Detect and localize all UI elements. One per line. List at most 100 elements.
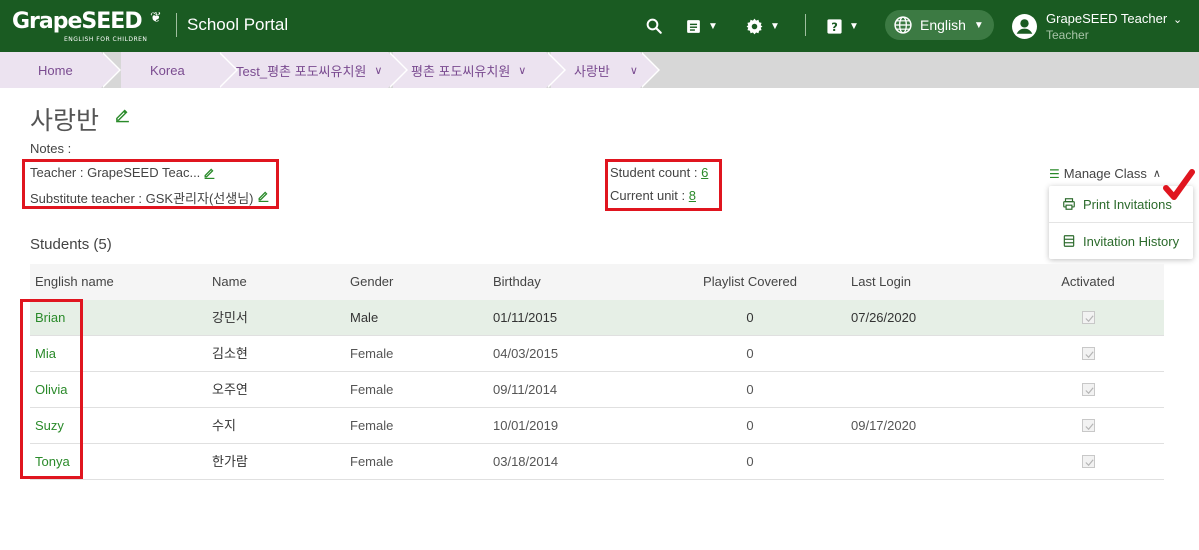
student-name: 수지 [212,418,236,433]
page-title: 사랑반 [30,107,100,135]
search-icon [646,18,662,34]
table-row[interactable]: Brian 강민서 Male 01/11/2015 0 07/26/2020 [30,300,1164,336]
user-name: GrapeSEED Teacher [1046,11,1168,26]
students-table: English name Name Gender Birthday Playli… [30,264,1164,480]
printer-icon [1062,197,1076,211]
student-birthday: 04/03/2015 [493,346,559,361]
menu-item-label: Invitation History [1083,233,1180,249]
student-last-login: 07/26/2020 [851,310,917,325]
student-playlist-covered: 0 [746,454,754,469]
column-header-playlist-covered[interactable]: Playlist Covered [695,264,805,300]
user-avatar-icon [1012,14,1037,39]
student-gender: Female [350,382,394,397]
help-icon: ? [827,18,842,33]
breadcrumb-label: 사랑반 [574,63,610,79]
help-menu-button[interactable]: ? ▼ [826,0,859,52]
chevron-down-icon: ▼ [973,19,984,31]
student-birthday: 10/01/2019 [493,418,559,433]
list-icon: ☰ [1049,166,1060,181]
activated-checkbox [1082,419,1095,432]
portal-title: School Portal [187,15,289,34]
student-gender: Female [350,418,394,433]
red-checkmark-annotation [1163,169,1195,200]
globe-icon [894,16,912,34]
student-playlist-covered: 0 [746,310,754,325]
column-header-birthday[interactable]: Birthday [493,264,541,300]
student-name: 한가람 [212,454,248,469]
activated-checkbox [1082,347,1095,360]
student-playlist-covered: 0 [746,382,754,397]
gear-icon [746,18,763,34]
manage-class-button[interactable]: ☰ Manage Class ∧ [1049,166,1161,181]
annotation-highlight-box [605,159,722,211]
table-row[interactable]: Tonya 한가람 Female 03/18/2014 0 [30,444,1164,480]
column-header-name[interactable]: Name [212,264,247,300]
invitation-history-menu-item[interactable]: Invitation History [1049,223,1193,259]
chevron-down-icon[interactable]: ∨ [518,64,526,77]
student-last-login: 09/17/2020 [851,418,917,433]
annotation-highlight-box [22,159,279,209]
leaf-icon: ❦ [150,9,162,25]
document-icon [687,19,700,33]
logo-text: GrapeSEED [12,9,143,34]
svg-text:?: ? [831,19,838,33]
student-gender: Male [350,310,379,325]
chevron-down-icon[interactable]: ∨ [630,64,638,77]
chevron-down-icon: ▼ [770,20,780,32]
breadcrumb-label: Home [38,62,73,78]
student-name: 강민서 [212,310,248,325]
grapeseed-logo[interactable]: GrapeSEED ❦ ENGLISH FOR CHILDREN [12,9,170,45]
column-header-last-login[interactable]: Last Login [851,264,911,300]
student-birthday: 01/11/2015 [493,310,558,325]
student-gender: Female [350,346,394,361]
column-header-english-name[interactable]: English name [35,264,114,300]
chevron-down-icon: ▼ [708,20,718,32]
breadcrumb-campus[interactable]: 평촌 포도씨유치원 ∨ [393,52,566,88]
menu-item-label: Print Invitations [1083,196,1172,212]
top-header-bar: GrapeSEED ❦ ENGLISH FOR CHILDREN School … [0,0,1199,52]
history-icon [1062,234,1076,248]
notes-menu-button[interactable]: ▼ [685,0,718,52]
user-role: Teacher [1046,28,1089,42]
student-gender: Female [350,454,394,469]
user-menu[interactable]: GrapeSEED Teacher ⌄ Teacher [1012,9,1192,45]
edit-class-name-icon[interactable] [114,106,131,123]
annotation-highlight-box [20,299,83,479]
header-divider [805,14,806,36]
breadcrumb-label: 평촌 포도씨유치원 [411,63,511,79]
students-section-title: Students (5) [30,236,112,253]
student-playlist-covered: 0 [746,418,754,433]
logo-tagline: ENGLISH FOR CHILDREN [64,36,148,43]
chevron-down-icon: ▼ [849,20,859,32]
student-birthday: 03/18/2014 [493,454,559,469]
breadcrumb-home[interactable]: Home [0,52,121,88]
column-header-gender[interactable]: Gender [350,264,393,300]
column-header-activated[interactable]: Activated [1055,264,1121,300]
activated-checkbox [1082,383,1095,396]
language-selector[interactable]: English ▼ [885,10,994,40]
student-playlist-covered: 0 [746,346,754,361]
activated-checkbox [1082,455,1095,468]
language-label: English [920,17,966,33]
table-row[interactable]: Suzy 수지 Female 10/01/2019 0 09/17/2020 [30,408,1164,444]
breadcrumb-school[interactable]: Test_평촌 포도씨유치원 ∨ [218,52,408,88]
activated-checkbox [1082,311,1095,324]
table-header: English name Name Gender Birthday Playli… [30,264,1164,300]
breadcrumb-region[interactable]: Korea [121,52,238,88]
search-button[interactable] [645,0,663,52]
student-name: 오주연 [212,382,248,397]
student-birthday: 09/11/2014 [493,382,558,397]
settings-menu-button[interactable]: ▼ [745,0,780,52]
breadcrumb-label: Test_평촌 포도씨유치원 [236,63,367,79]
chevron-down-icon[interactable]: ∨ [374,64,382,77]
breadcrumb: Home Korea Test_평촌 포도씨유치원 ∨ 평촌 포도씨유치원 ∨ … [0,52,1199,88]
chevron-up-icon: ∧ [1152,168,1161,180]
breadcrumb-label: Korea [150,62,185,78]
table-row[interactable]: Mia 김소현 Female 04/03/2015 0 [30,336,1164,372]
notes-label: Notes : [30,141,72,156]
header-divider [176,13,177,37]
manage-class-label: Manage Class [1063,166,1147,181]
table-row[interactable]: Olivia 오주연 Female 09/11/2014 0 [30,372,1164,408]
student-name: 김소현 [212,346,248,361]
chevron-down-icon: ⌄ [1173,14,1183,26]
